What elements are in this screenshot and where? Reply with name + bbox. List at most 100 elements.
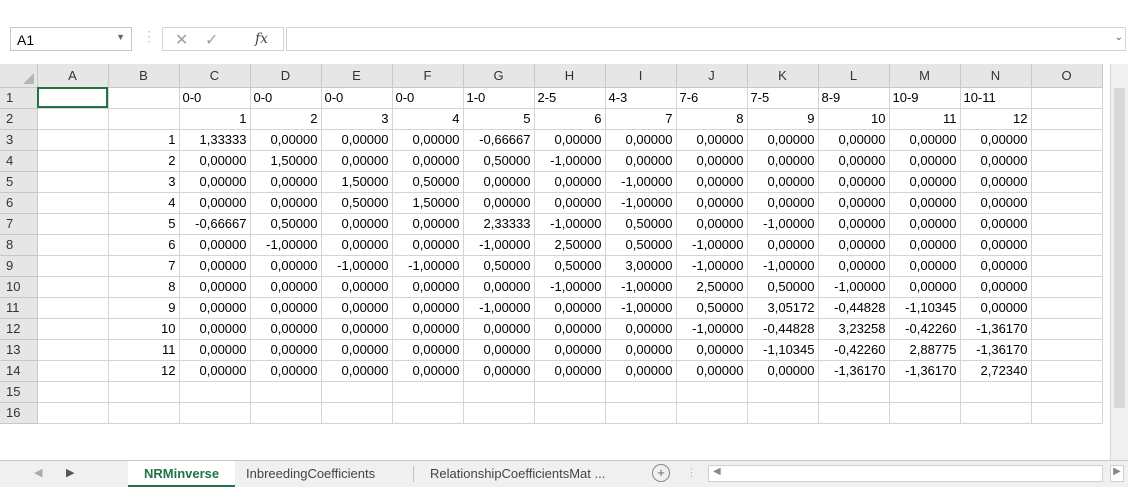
- cell-l1[interactable]: 8-9: [818, 87, 890, 109]
- cell-a12[interactable]: [37, 318, 109, 340]
- cell-b7[interactable]: 5: [108, 213, 180, 235]
- cell-b15[interactable]: [108, 381, 180, 403]
- cell-d12[interactable]: 0,00000: [250, 318, 322, 340]
- cell-b4[interactable]: 2: [108, 150, 180, 172]
- cell-f4[interactable]: 0,00000: [392, 150, 464, 172]
- cell-g5[interactable]: 0,00000: [463, 171, 535, 193]
- cell-d7[interactable]: 0,50000: [250, 213, 322, 235]
- cell-k7[interactable]: -1,00000: [747, 213, 819, 235]
- cell-i4[interactable]: 0,00000: [605, 150, 677, 172]
- cell-l7[interactable]: 0,00000: [818, 213, 890, 235]
- cell-h2[interactable]: 6: [534, 108, 606, 130]
- cell-d2[interactable]: 2: [250, 108, 322, 130]
- column-header-k[interactable]: K: [747, 64, 819, 88]
- cell-h6[interactable]: 0,00000: [534, 192, 606, 214]
- cell-k2[interactable]: 9: [747, 108, 819, 130]
- cell-i3[interactable]: 0,00000: [605, 129, 677, 151]
- cell-m14[interactable]: -1,36170: [889, 360, 961, 382]
- cell-d9[interactable]: 0,00000: [250, 255, 322, 277]
- cell-n14[interactable]: 2,72340: [960, 360, 1032, 382]
- cell-j14[interactable]: 0,00000: [676, 360, 748, 382]
- cell-l10[interactable]: -1,00000: [818, 276, 890, 298]
- cell-n3[interactable]: 0,00000: [960, 129, 1032, 151]
- cell-m1[interactable]: 10-9: [889, 87, 961, 109]
- cell-h14[interactable]: 0,00000: [534, 360, 606, 382]
- cell-c12[interactable]: 0,00000: [179, 318, 251, 340]
- cell-n16[interactable]: [960, 402, 1032, 424]
- cell-o4[interactable]: [1031, 150, 1103, 172]
- cell-i7[interactable]: 0,50000: [605, 213, 677, 235]
- column-header-b[interactable]: B: [108, 64, 180, 88]
- cell-g10[interactable]: 0,00000: [463, 276, 535, 298]
- cell-c15[interactable]: [179, 381, 251, 403]
- cell-a2[interactable]: [37, 108, 109, 130]
- cell-g15[interactable]: [463, 381, 535, 403]
- cell-a16[interactable]: [37, 402, 109, 424]
- scroll-right-icon[interactable]: ▶: [1110, 465, 1124, 482]
- cell-m13[interactable]: 2,88775: [889, 339, 961, 361]
- cell-k16[interactable]: [747, 402, 819, 424]
- cell-m5[interactable]: 0,00000: [889, 171, 961, 193]
- cell-b9[interactable]: 7: [108, 255, 180, 277]
- cell-c6[interactable]: 0,00000: [179, 192, 251, 214]
- column-header-e[interactable]: E: [321, 64, 393, 88]
- row-header[interactable]: 3: [0, 129, 38, 151]
- column-header-j[interactable]: J: [676, 64, 748, 88]
- cell-i11[interactable]: -1,00000: [605, 297, 677, 319]
- row-header[interactable]: 9: [0, 255, 38, 277]
- cell-m3[interactable]: 0,00000: [889, 129, 961, 151]
- cell-a8[interactable]: [37, 234, 109, 256]
- cell-h13[interactable]: 0,00000: [534, 339, 606, 361]
- cell-g6[interactable]: 0,00000: [463, 192, 535, 214]
- row-header[interactable]: 13: [0, 339, 38, 361]
- cell-b1[interactable]: [108, 87, 180, 109]
- cell-b5[interactable]: 3: [108, 171, 180, 193]
- cell-c9[interactable]: 0,00000: [179, 255, 251, 277]
- cell-o11[interactable]: [1031, 297, 1103, 319]
- cell-l8[interactable]: 0,00000: [818, 234, 890, 256]
- cell-i9[interactable]: 3,00000: [605, 255, 677, 277]
- cell-a13[interactable]: [37, 339, 109, 361]
- cell-h3[interactable]: 0,00000: [534, 129, 606, 151]
- cell-b16[interactable]: [108, 402, 180, 424]
- cell-h4[interactable]: -1,00000: [534, 150, 606, 172]
- cell-h8[interactable]: 2,50000: [534, 234, 606, 256]
- cell-h7[interactable]: -1,00000: [534, 213, 606, 235]
- cell-j7[interactable]: 0,00000: [676, 213, 748, 235]
- cell-a5[interactable]: [37, 171, 109, 193]
- next-sheet-icon[interactable]: ▶: [66, 466, 74, 479]
- row-header[interactable]: 4: [0, 150, 38, 172]
- cell-o14[interactable]: [1031, 360, 1103, 382]
- cell-n8[interactable]: 0,00000: [960, 234, 1032, 256]
- cell-l12[interactable]: 3,23258: [818, 318, 890, 340]
- cell-m6[interactable]: 0,00000: [889, 192, 961, 214]
- cell-o16[interactable]: [1031, 402, 1103, 424]
- cell-h15[interactable]: [534, 381, 606, 403]
- cell-g13[interactable]: 0,00000: [463, 339, 535, 361]
- cell-d10[interactable]: 0,00000: [250, 276, 322, 298]
- cell-g9[interactable]: 0,50000: [463, 255, 535, 277]
- cell-j8[interactable]: -1,00000: [676, 234, 748, 256]
- cell-j16[interactable]: [676, 402, 748, 424]
- cell-c11[interactable]: 0,00000: [179, 297, 251, 319]
- cell-f7[interactable]: 0,00000: [392, 213, 464, 235]
- cell-f12[interactable]: 0,00000: [392, 318, 464, 340]
- cell-i15[interactable]: [605, 381, 677, 403]
- cell-l2[interactable]: 10: [818, 108, 890, 130]
- cell-k10[interactable]: 0,50000: [747, 276, 819, 298]
- column-header-i[interactable]: I: [605, 64, 677, 88]
- cell-e5[interactable]: 1,50000: [321, 171, 393, 193]
- cell-g1[interactable]: 1-0: [463, 87, 535, 109]
- cell-o15[interactable]: [1031, 381, 1103, 403]
- row-header[interactable]: 12: [0, 318, 38, 340]
- cell-i5[interactable]: -1,00000: [605, 171, 677, 193]
- cell-f15[interactable]: [392, 381, 464, 403]
- cell-f9[interactable]: -1,00000: [392, 255, 464, 277]
- cell-e13[interactable]: 0,00000: [321, 339, 393, 361]
- cell-k14[interactable]: 0,00000: [747, 360, 819, 382]
- row-header[interactable]: 10: [0, 276, 38, 298]
- tab-relationshipcoefficientsmat[interactable]: RelationshipCoefficientsMat ...: [414, 461, 621, 487]
- cell-a9[interactable]: [37, 255, 109, 277]
- cell-m12[interactable]: -0,42260: [889, 318, 961, 340]
- cell-c4[interactable]: 0,00000: [179, 150, 251, 172]
